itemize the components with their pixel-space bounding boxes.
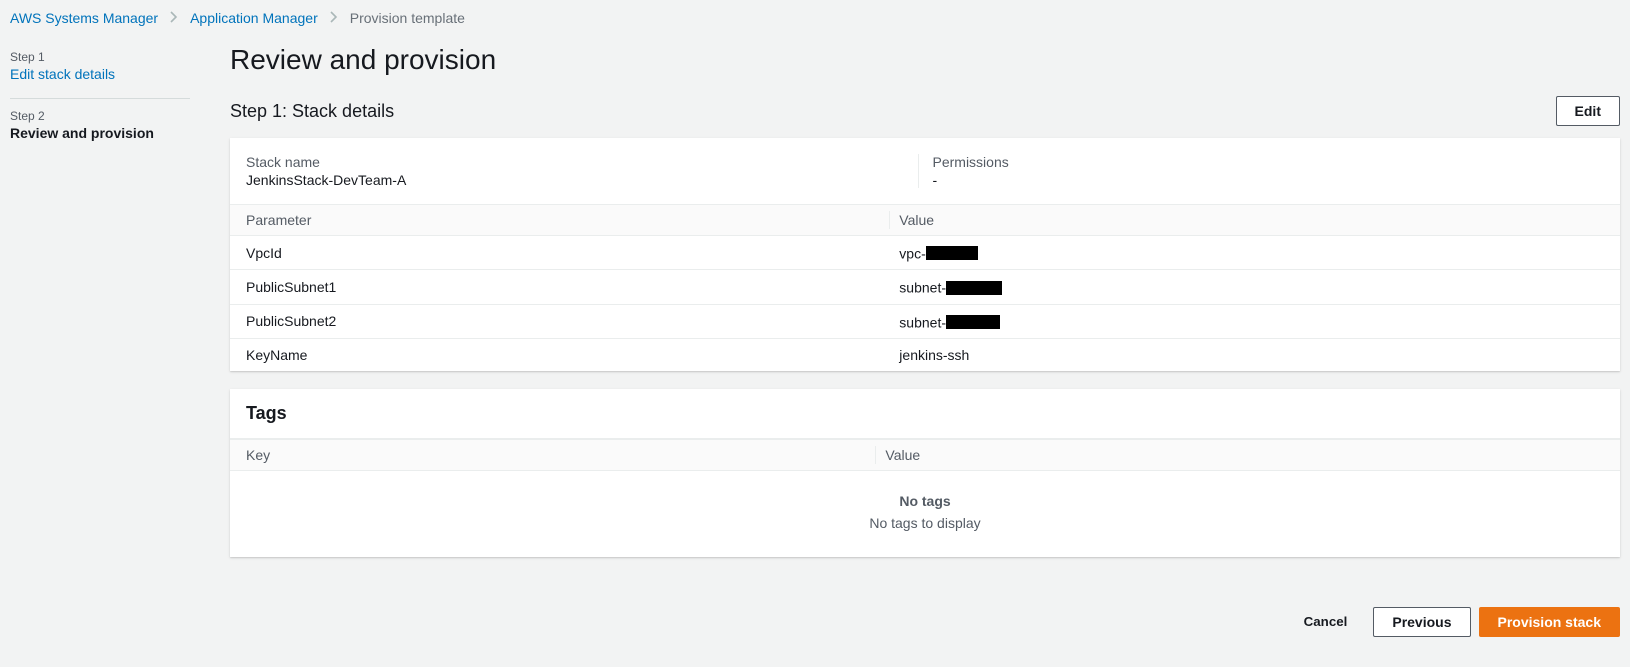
breadcrumb: AWS Systems Manager Application Manager … [0,0,1630,44]
stack-name-label: Stack name [246,154,918,170]
param-name: PublicSubnet1 [230,270,883,304]
table-row: VpcIdvpc- [230,236,1620,270]
step-label: Step 1 [10,50,190,64]
stack-name-value: JenkinsStack-DevTeam-A [246,172,918,188]
col-value: Value [883,205,1620,236]
page-title: Review and provision [230,44,1620,76]
tags-table: Key Value [230,439,1620,471]
redacted-value [946,281,1002,295]
main-content: Review and provision Step 1: Stack detai… [230,44,1620,667]
no-tags-subtitle: No tags to display [230,515,1620,531]
param-value: subnet- [883,304,1620,338]
previous-button[interactable]: Previous [1373,607,1470,637]
param-name: KeyName [230,338,883,371]
permissions-label: Permissions [933,154,1605,170]
chevron-right-icon [170,11,178,26]
step-active-review: Review and provision [10,125,190,141]
tags-header: Tags [246,403,1604,424]
table-row: PublicSubnet2subnet- [230,304,1620,338]
param-value: jenkins-ssh [883,338,1620,371]
step-label: Step 2 [10,109,190,123]
wizard-step-2: Step 2 Review and provision [10,103,190,153]
col-value: Value [869,439,1620,470]
param-value: vpc- [883,236,1620,270]
step-link-edit-stack[interactable]: Edit stack details [10,66,115,82]
param-value: subnet- [883,270,1620,304]
table-row: PublicSubnet1subnet- [230,270,1620,304]
breadcrumb-current: Provision template [350,10,465,26]
breadcrumb-app-manager[interactable]: Application Manager [190,10,318,26]
param-name: VpcId [230,236,883,270]
col-parameter: Parameter [230,205,883,236]
tags-panel: Tags Key Value No tags No tags to displa… [230,389,1620,557]
permissions-cell: Permissions - [918,154,1605,188]
no-tags-title: No tags [230,493,1620,509]
col-key: Key [230,439,869,470]
param-name: PublicSubnet2 [230,304,883,338]
redacted-value [946,315,1000,329]
wizard-step-1: Step 1 Edit stack details [10,44,190,94]
footer-actions: Cancel Previous Provision stack [230,607,1620,637]
provision-stack-button[interactable]: Provision stack [1479,607,1621,637]
stack-name-cell: Stack name JenkinsStack-DevTeam-A [246,154,918,188]
permissions-value: - [933,172,1605,188]
breadcrumb-sys-manager[interactable]: AWS Systems Manager [10,10,158,26]
edit-button[interactable]: Edit [1556,96,1620,126]
chevron-right-icon [330,11,338,26]
table-row: KeyNamejenkins-ssh [230,338,1620,371]
parameters-table: Parameter Value VpcIdvpc-PublicSubnet1su… [230,204,1620,371]
cancel-button[interactable]: Cancel [1286,608,1366,635]
redacted-value [926,246,978,260]
section-stack-details-title: Step 1: Stack details [230,101,394,122]
stack-details-panel: Stack name JenkinsStack-DevTeam-A Permis… [230,138,1620,371]
wizard-sidebar: Step 1 Edit stack details Step 2 Review … [10,44,190,667]
step-divider [10,98,190,99]
tags-empty-state: No tags No tags to display [230,471,1620,557]
